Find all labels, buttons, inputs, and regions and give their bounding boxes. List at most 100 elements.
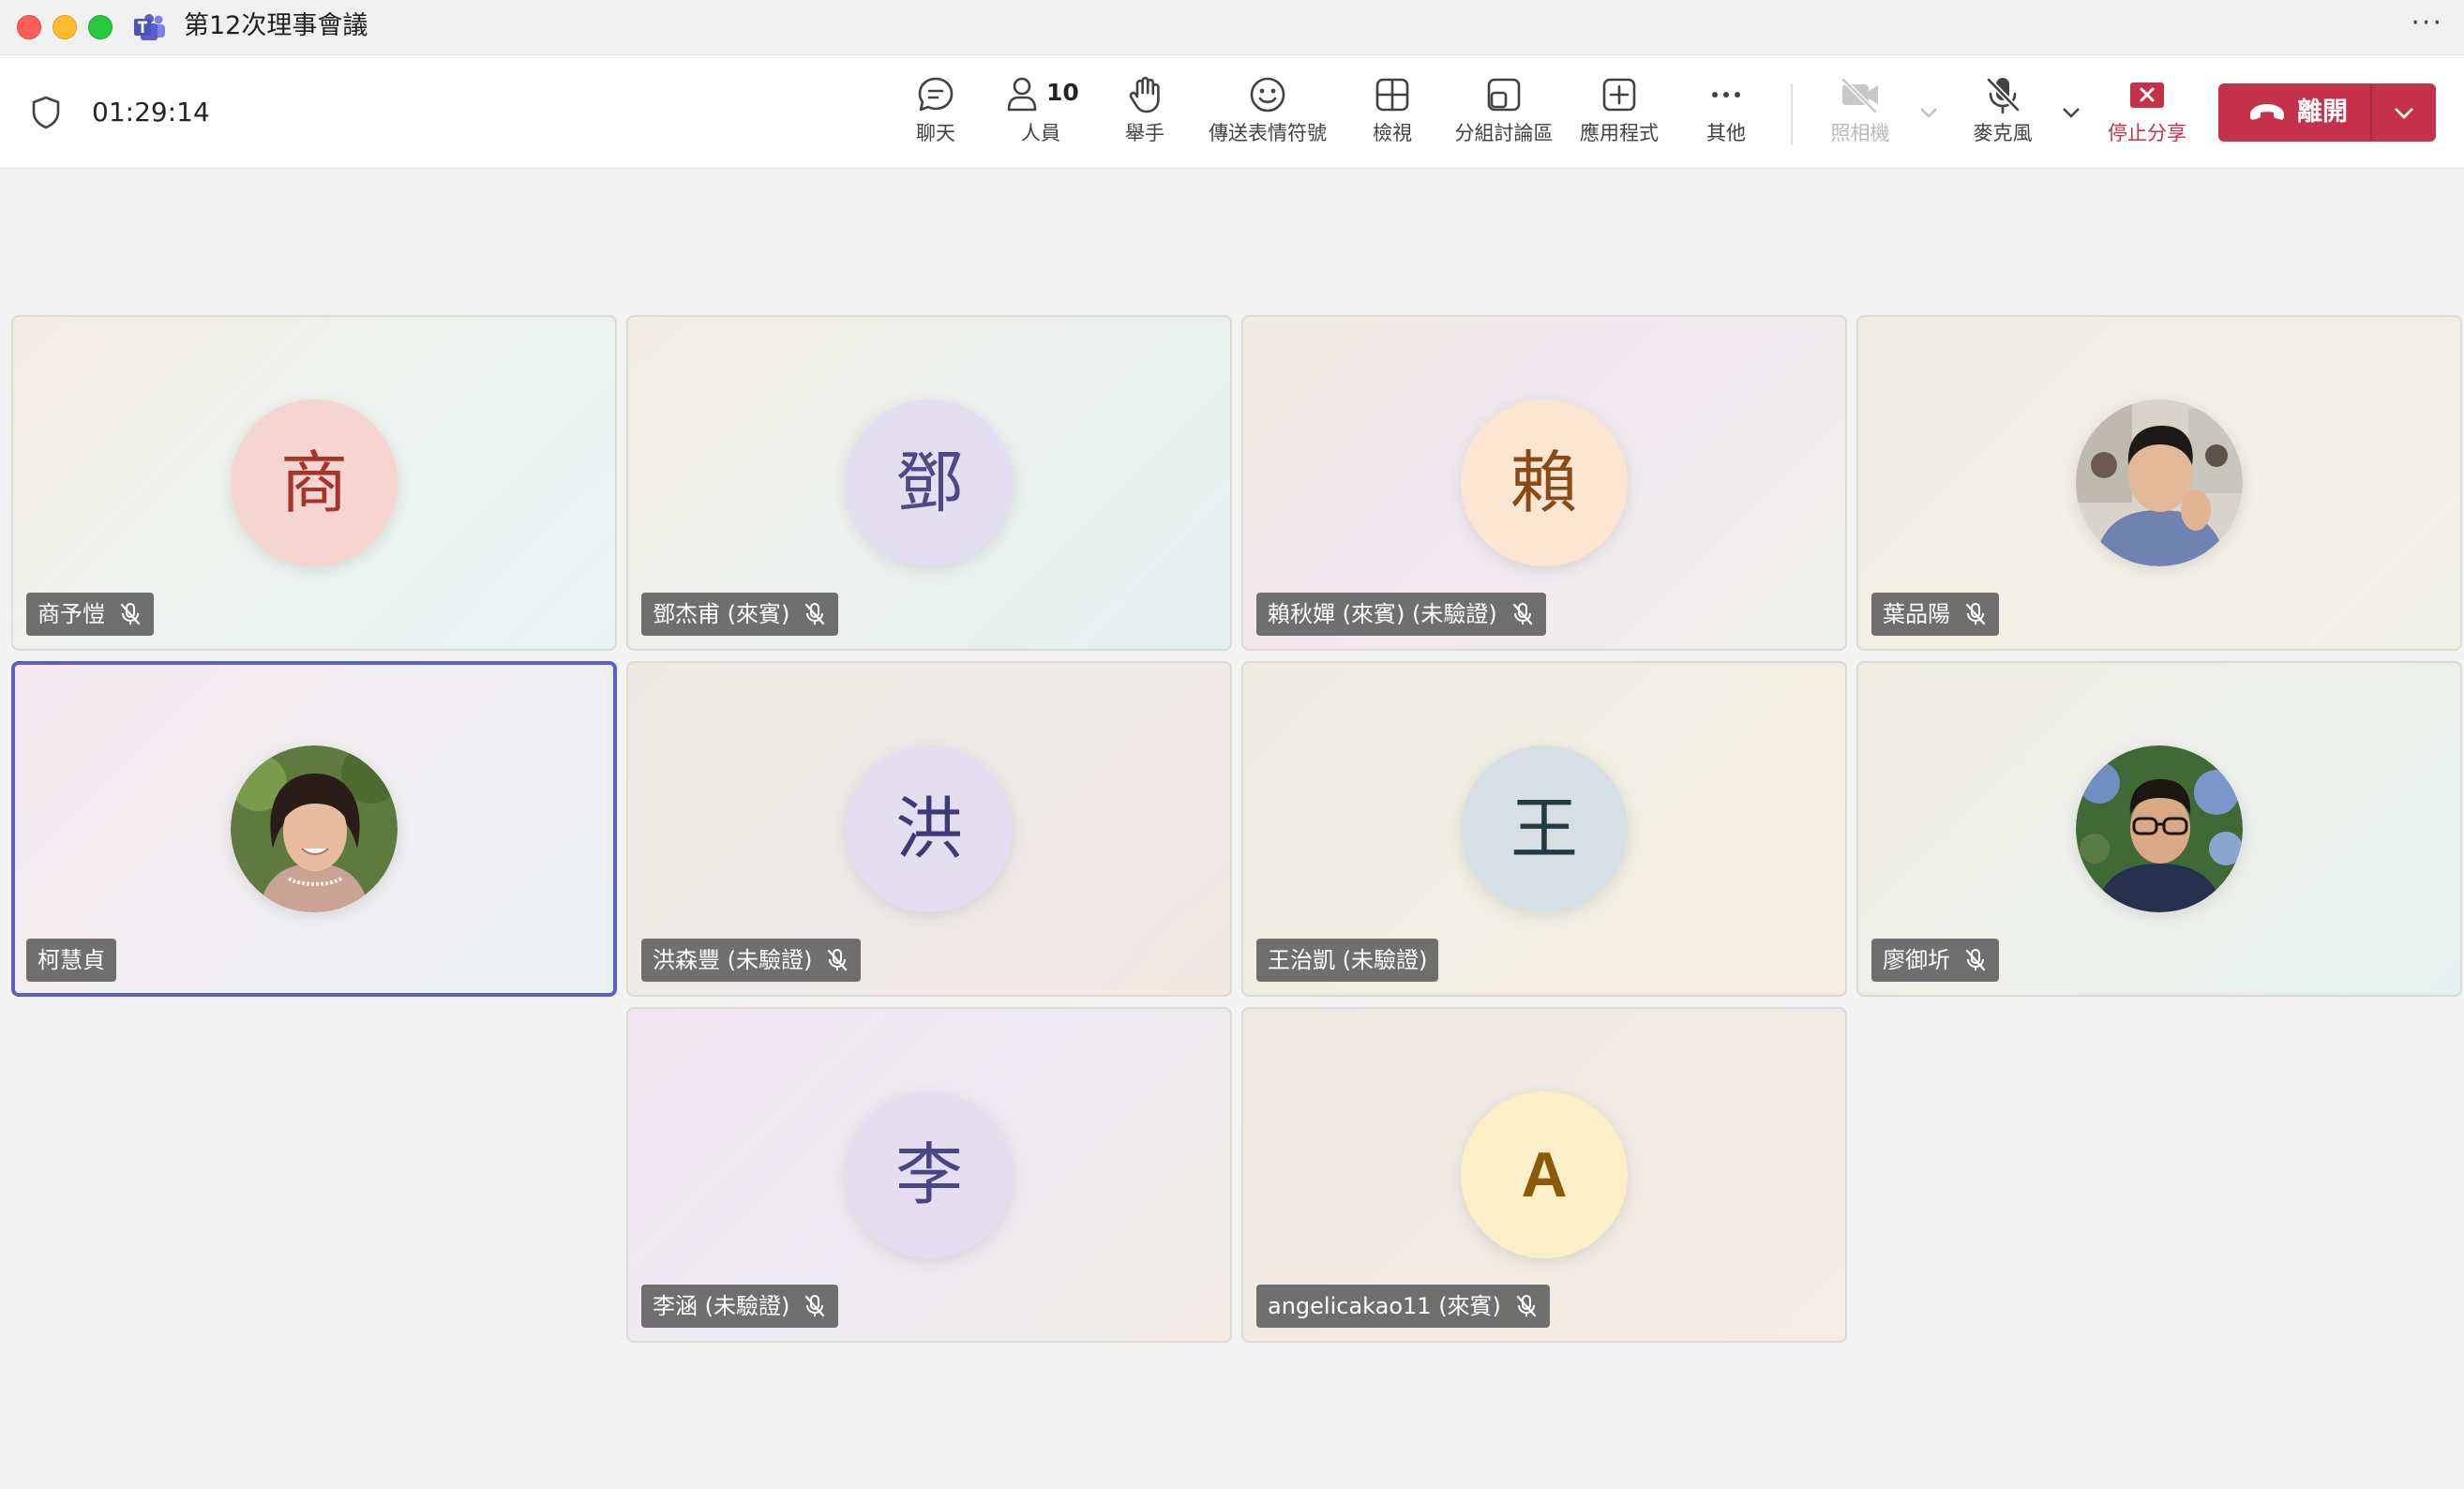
raise-hand-label: 舉手 xyxy=(1125,122,1164,144)
raise-hand-icon xyxy=(1129,76,1160,113)
participant-tile[interactable]: 商 商予愷 xyxy=(11,315,617,651)
participant-name-tag: 賴秋嬋 (來賓) (未驗證) xyxy=(1256,593,1546,636)
participant-name: 鄧杰甫 (來賓) xyxy=(653,601,790,627)
participant-name-tag: 廖御圻 xyxy=(1871,939,1999,982)
participant-tile[interactable]: 王 王治凱 (未驗證) xyxy=(1241,661,1847,997)
reactions-label: 傳送表情符號 xyxy=(1209,122,1327,144)
breakout-rooms-button[interactable]: 分組討論區 xyxy=(1453,74,1555,158)
camera-button[interactable]: 照相機 xyxy=(1826,74,1894,158)
breakout-rooms-icon xyxy=(1487,78,1521,112)
microphone-label: 麥克風 xyxy=(1973,122,2033,144)
avatar: 賴 xyxy=(1461,399,1628,566)
more-button[interactable]: 其他 xyxy=(1703,74,1750,158)
participant-name-tag: 柯慧貞 xyxy=(26,939,116,982)
avatar-photo xyxy=(2076,399,2243,566)
participant-tile[interactable]: 李 李涵 (未驗證) xyxy=(626,1007,1232,1343)
raise-hand-button[interactable]: 舉手 xyxy=(1121,74,1168,158)
avatar-photo xyxy=(231,745,398,912)
participant-name: 廖御圻 xyxy=(1883,947,1950,973)
mic-muted-icon xyxy=(1965,949,1986,971)
leave-options-button[interactable] xyxy=(2372,83,2436,142)
leave-button[interactable]: 離開 xyxy=(2218,83,2370,142)
participant-tile[interactable]: 鄧 鄧杰甫 (來賓) xyxy=(626,315,1232,651)
avatar: 李 xyxy=(846,1091,1013,1258)
apps-label: 應用程式 xyxy=(1580,122,1659,144)
mic-off-icon xyxy=(1986,77,2021,114)
more-icon xyxy=(1712,92,1740,98)
apps-button[interactable]: 應用程式 xyxy=(1577,74,1661,158)
participant-name: 李涵 (未驗證) xyxy=(653,1293,790,1319)
mic-muted-icon xyxy=(1965,603,1986,625)
participant-tile-active-speaker[interactable]: 柯慧貞 xyxy=(11,661,617,997)
participant-tile[interactable]: 賴 賴秋嬋 (來賓) (未驗證) xyxy=(1241,315,1847,651)
participant-name: 商予愷 xyxy=(38,601,105,627)
participant-tile[interactable]: 葉品陽 xyxy=(1856,315,2462,651)
mic-muted-icon xyxy=(1516,1295,1537,1317)
more-label: 其他 xyxy=(1706,122,1746,144)
stop-share-icon xyxy=(2130,83,2164,108)
microphone-button[interactable]: 麥克風 xyxy=(1969,74,2036,158)
participant-name: 柯慧貞 xyxy=(38,947,105,973)
mic-muted-icon xyxy=(120,603,141,625)
window-title-bar: 第12次理事會議 ··· xyxy=(0,0,2464,55)
minimize-window-button[interactable] xyxy=(53,15,77,39)
add-app-icon xyxy=(1602,78,1636,112)
teams-logo-icon xyxy=(134,14,165,40)
participant-tile[interactable]: A angelicakao11 (來賓) xyxy=(1241,1007,1847,1343)
stop-sharing-label: 停止分享 xyxy=(2108,122,2186,144)
leave-label: 離開 xyxy=(2297,98,2348,127)
mic-muted-icon xyxy=(1512,603,1532,625)
participant-name-tag: angelicakao11 (來賓) xyxy=(1256,1285,1550,1328)
avatar: 商 xyxy=(231,399,398,566)
chat-label: 聊天 xyxy=(916,122,955,144)
avatar-photo xyxy=(2076,745,2243,912)
grid-view-icon xyxy=(1375,78,1409,112)
hang-up-icon xyxy=(2250,104,2284,120)
people-button[interactable]: 10 人員 xyxy=(1003,74,1079,158)
chat-icon xyxy=(918,77,954,112)
avatar: A xyxy=(1461,1091,1628,1258)
participant-name-tag: 葉品陽 xyxy=(1871,593,1999,636)
avatar: 王 xyxy=(1461,745,1628,912)
view-label: 檢視 xyxy=(1373,122,1412,144)
participant-tile[interactable]: 洪 洪森豐 (未驗證) xyxy=(626,661,1232,997)
toolbar-separator xyxy=(1791,83,1793,145)
participant-name: angelicakao11 (來賓) xyxy=(1268,1293,1501,1319)
mic-muted-icon xyxy=(805,603,825,625)
avatar: 洪 xyxy=(846,745,1013,912)
people-label: 人員 xyxy=(1021,122,1060,144)
view-button[interactable]: 檢視 xyxy=(1369,74,1416,158)
leave-button-group: 離開 xyxy=(2218,83,2436,142)
meeting-timer: 01:29:14 xyxy=(92,97,210,128)
chat-button[interactable]: 聊天 xyxy=(909,74,962,158)
participant-tile[interactable]: 廖御圻 xyxy=(1856,661,2462,997)
participant-name: 洪森豐 (未驗證) xyxy=(653,947,813,973)
camera-off-icon xyxy=(1840,77,1878,114)
close-window-button[interactable] xyxy=(17,15,41,39)
avatar: 鄧 xyxy=(846,399,1013,566)
smiley-icon xyxy=(1250,77,1285,113)
participant-name: 王治凱 (未驗證) xyxy=(1268,947,1428,973)
participant-name-tag: 洪森豐 (未驗證) xyxy=(641,939,862,982)
stop-sharing-button[interactable]: 停止分享 xyxy=(2102,74,2192,158)
maximize-window-button[interactable] xyxy=(88,15,113,39)
people-icon xyxy=(1007,77,1037,112)
participant-name-tag: 王治凱 (未驗證) xyxy=(1256,939,1439,982)
mic-muted-icon xyxy=(828,949,848,971)
window-more-icon[interactable]: ··· xyxy=(2411,9,2443,38)
participant-name-tag: 李涵 (未驗證) xyxy=(641,1285,839,1328)
participant-name: 葉品陽 xyxy=(1883,601,1950,627)
shield-icon[interactable] xyxy=(30,95,62,130)
camera-options-chevron-icon[interactable] xyxy=(1918,102,1939,123)
participant-name-tag: 商予愷 xyxy=(26,593,154,636)
leave-chevron-icon xyxy=(2395,108,2413,119)
meeting-toolbar: 01:29:14 聊天 10 人員 舉手 傳送表情符號 檢視 分組討論區 應用程… xyxy=(0,55,2464,169)
mic-muted-icon xyxy=(805,1295,825,1317)
mic-options-chevron-icon[interactable] xyxy=(2061,102,2081,123)
reactions-button[interactable]: 傳送表情符號 xyxy=(1205,74,1330,158)
camera-label: 照相機 xyxy=(1830,122,1890,144)
participant-name: 賴秋嬋 (來賓) (未驗證) xyxy=(1268,601,1497,627)
breakout-rooms-label: 分組討論區 xyxy=(1454,122,1554,144)
meeting-title: 第12次理事會議 xyxy=(184,11,368,40)
people-count: 10 xyxy=(1046,79,1079,106)
